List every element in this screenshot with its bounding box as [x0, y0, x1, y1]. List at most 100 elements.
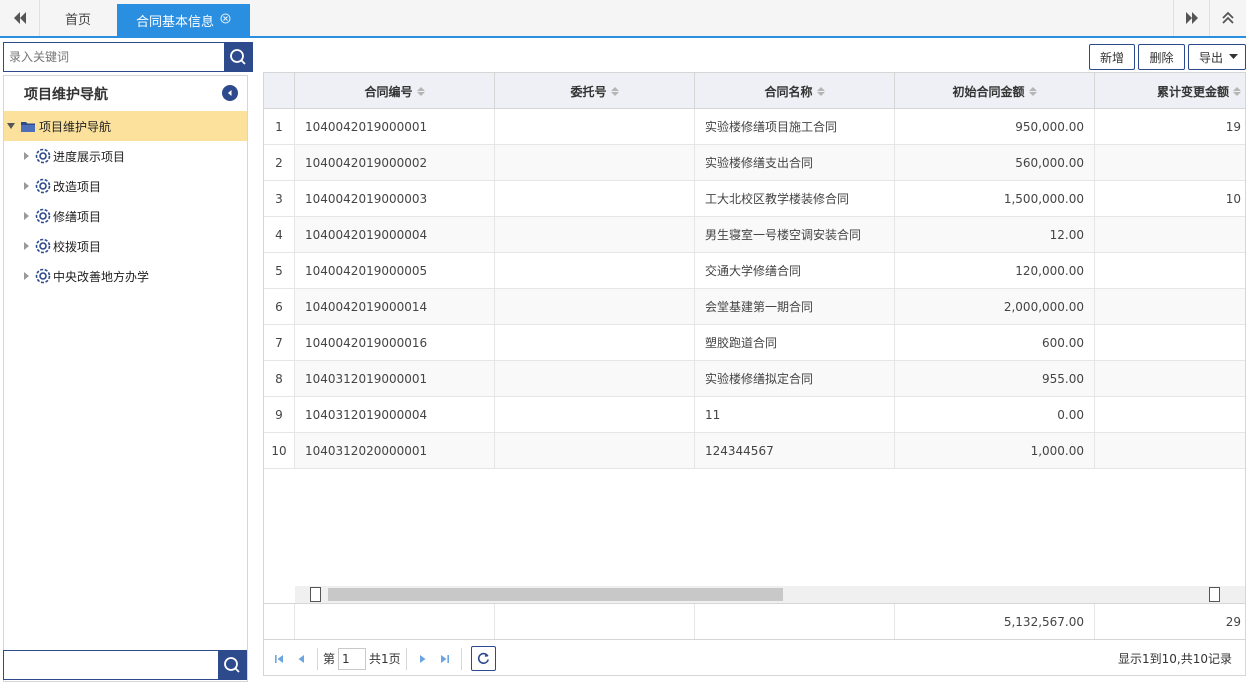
pager-separator: [405, 647, 407, 670]
initial-amount-cell: 12.00: [895, 217, 1095, 252]
header-label: 累计变更金额: [1156, 84, 1229, 99]
entrust-no-cell: [495, 361, 695, 396]
contract-no-cell: 1040042019000005: [295, 253, 495, 288]
expand-icon[interactable]: [24, 242, 29, 250]
scrollbar-thumb[interactable]: [328, 588, 783, 601]
header-initial-amount[interactable]: 初始合同金额: [895, 73, 1095, 109]
next-page-button[interactable]: [412, 648, 434, 670]
collapse-nav-button[interactable]: [222, 85, 238, 101]
page-number-input[interactable]: 1: [338, 647, 367, 670]
header-contract-name[interactable]: 合同名称: [695, 73, 895, 109]
initial-amount-cell: 600.00: [895, 325, 1095, 360]
expand-icon[interactable]: [7, 123, 15, 129]
tree-node-renovation[interactable]: 改造项目: [4, 171, 247, 201]
expand-icon[interactable]: [24, 272, 29, 280]
scroll-left-arrow[interactable]: [310, 587, 321, 602]
contract-name-cell: 交通大学修缮合同: [695, 253, 895, 288]
nav-search-input[interactable]: [4, 43, 224, 71]
expand-icon[interactable]: [24, 182, 29, 190]
bottom-search-button[interactable]: [218, 651, 246, 679]
table-row[interactable]: 7 1040042019000016 塑胶跑道合同 600.00: [264, 325, 1245, 361]
row-index: 3: [264, 181, 295, 216]
total-initial-amount: 5,132,567.00: [895, 604, 1095, 639]
contract-name-cell: 11: [695, 397, 895, 432]
header-change-amount[interactable]: 累计变更金额: [1095, 73, 1245, 109]
sort-icon[interactable]: [610, 86, 619, 96]
totals-cell: [695, 604, 895, 639]
expand-icon[interactable]: [24, 212, 29, 220]
table-row[interactable]: 8 1040312019000001 实验楼修缮拟定合同 955.00: [264, 361, 1245, 397]
nav-search-button[interactable]: [224, 43, 252, 71]
tree-node-progress[interactable]: 进度展示项目: [4, 141, 247, 171]
tab-contract-info[interactable]: 合同基本信息: [117, 4, 250, 36]
double-up-icon: [1222, 11, 1234, 24]
entrust-no-cell: [495, 217, 695, 252]
scroll-tabs-right-button[interactable]: [1173, 0, 1209, 36]
contract-name-cell: 124344567: [695, 433, 895, 468]
pager-separator: [460, 647, 462, 670]
gear-icon: [35, 178, 51, 194]
sort-icon[interactable]: [1028, 86, 1037, 96]
tree-node-repair[interactable]: 修缮项目: [4, 201, 247, 231]
record-info: 显示1到10,共10记录: [1118, 652, 1232, 666]
next-page-icon: [419, 654, 426, 663]
contract-no-cell: 1040042019000014: [295, 289, 495, 324]
contract-no-cell: 1040042019000003: [295, 181, 495, 216]
initial-amount-cell: 955.00: [895, 361, 1095, 396]
first-page-button[interactable]: [268, 648, 290, 670]
header-entrust-no[interactable]: 委托号: [495, 73, 695, 109]
refresh-button[interactable]: [470, 646, 496, 671]
expand-icon[interactable]: [24, 152, 29, 160]
tree-node-label: 修缮项目: [53, 209, 102, 224]
last-page-icon: [440, 654, 449, 663]
table-row[interactable]: 3 1040042019000003 工大北校区教学楼装修合同 1,500,000.0…: [264, 181, 1245, 217]
bottom-search-box: [3, 650, 247, 680]
contract-no-cell: 1040312019000001: [295, 361, 495, 396]
row-index: 1: [264, 109, 295, 144]
nav-panel-header: 项目维护导航: [4, 76, 247, 111]
last-page-button[interactable]: [434, 648, 456, 670]
tab-home-label: 首页: [64, 12, 91, 28]
table-row[interactable]: 2 1040042019000002 实验楼修缮支出合同 560,000.00: [264, 145, 1245, 181]
double-left-icon: [13, 12, 26, 24]
prev-page-button[interactable]: [290, 648, 312, 670]
horizontal-scrollbar[interactable]: [295, 586, 1245, 603]
change-amount-cell: [1095, 145, 1245, 180]
table-row[interactable]: 5 1040042019000005 交通大学修缮合同 120,000.00: [264, 253, 1245, 289]
header-label: 初始合同金额: [952, 84, 1025, 99]
table-row[interactable]: 10 1040312020000001 124344567 1,000.00: [264, 433, 1245, 469]
table-row[interactable]: 4 1040042019000004 男生寝室一号楼空调安装合同 12.00: [264, 217, 1245, 253]
scroll-right-arrow[interactable]: [1209, 587, 1220, 602]
close-icon[interactable]: [220, 13, 231, 27]
scroll-tabs-left-button[interactable]: [0, 0, 40, 36]
totals-cell: [495, 604, 695, 639]
search-icon: [224, 657, 240, 673]
header-contract-no[interactable]: 合同编号: [295, 73, 495, 109]
row-index: 7: [264, 325, 295, 360]
initial-amount-cell: 560,000.00: [895, 145, 1095, 180]
delete-button[interactable]: 删除: [1138, 44, 1185, 70]
sort-icon[interactable]: [416, 86, 425, 96]
grid-header: 合同编号 委托号 合同名称 初始合同金额 累计变更金额: [264, 73, 1245, 109]
change-amount-cell: [1095, 397, 1245, 432]
add-button[interactable]: 新增: [1089, 44, 1135, 70]
nav-panel-title: 项目维护导航: [24, 86, 108, 103]
row-index: 4: [264, 217, 295, 252]
entrust-no-cell: [495, 109, 695, 144]
table-row[interactable]: 6 1040042019000014 会堂基建第一期合同 2,000,000.00: [264, 289, 1245, 325]
sort-icon[interactable]: [816, 86, 825, 96]
chevron-down-icon: [1229, 54, 1239, 59]
sort-icon[interactable]: [1233, 86, 1241, 96]
tree-node-central[interactable]: 中央改善地方办学: [4, 261, 247, 291]
collapse-header-button[interactable]: [1209, 0, 1246, 36]
tree-node-school-allocated[interactable]: 校拨项目: [4, 231, 247, 261]
tree-node-root[interactable]: 项目维护导航: [4, 111, 247, 141]
table-row[interactable]: 9 1040312019000004 11 0.00: [264, 397, 1245, 433]
change-amount-cell: 19: [1095, 109, 1245, 144]
entrust-no-cell: [495, 397, 695, 432]
table-row[interactable]: 1 1040042019000001 实验楼修缮项目施工合同 950,000.00 19: [264, 109, 1245, 145]
bottom-search-input[interactable]: [4, 651, 218, 679]
export-button[interactable]: 导出: [1188, 44, 1246, 70]
tab-home[interactable]: 首页: [40, 0, 116, 36]
gear-icon: [35, 238, 51, 254]
